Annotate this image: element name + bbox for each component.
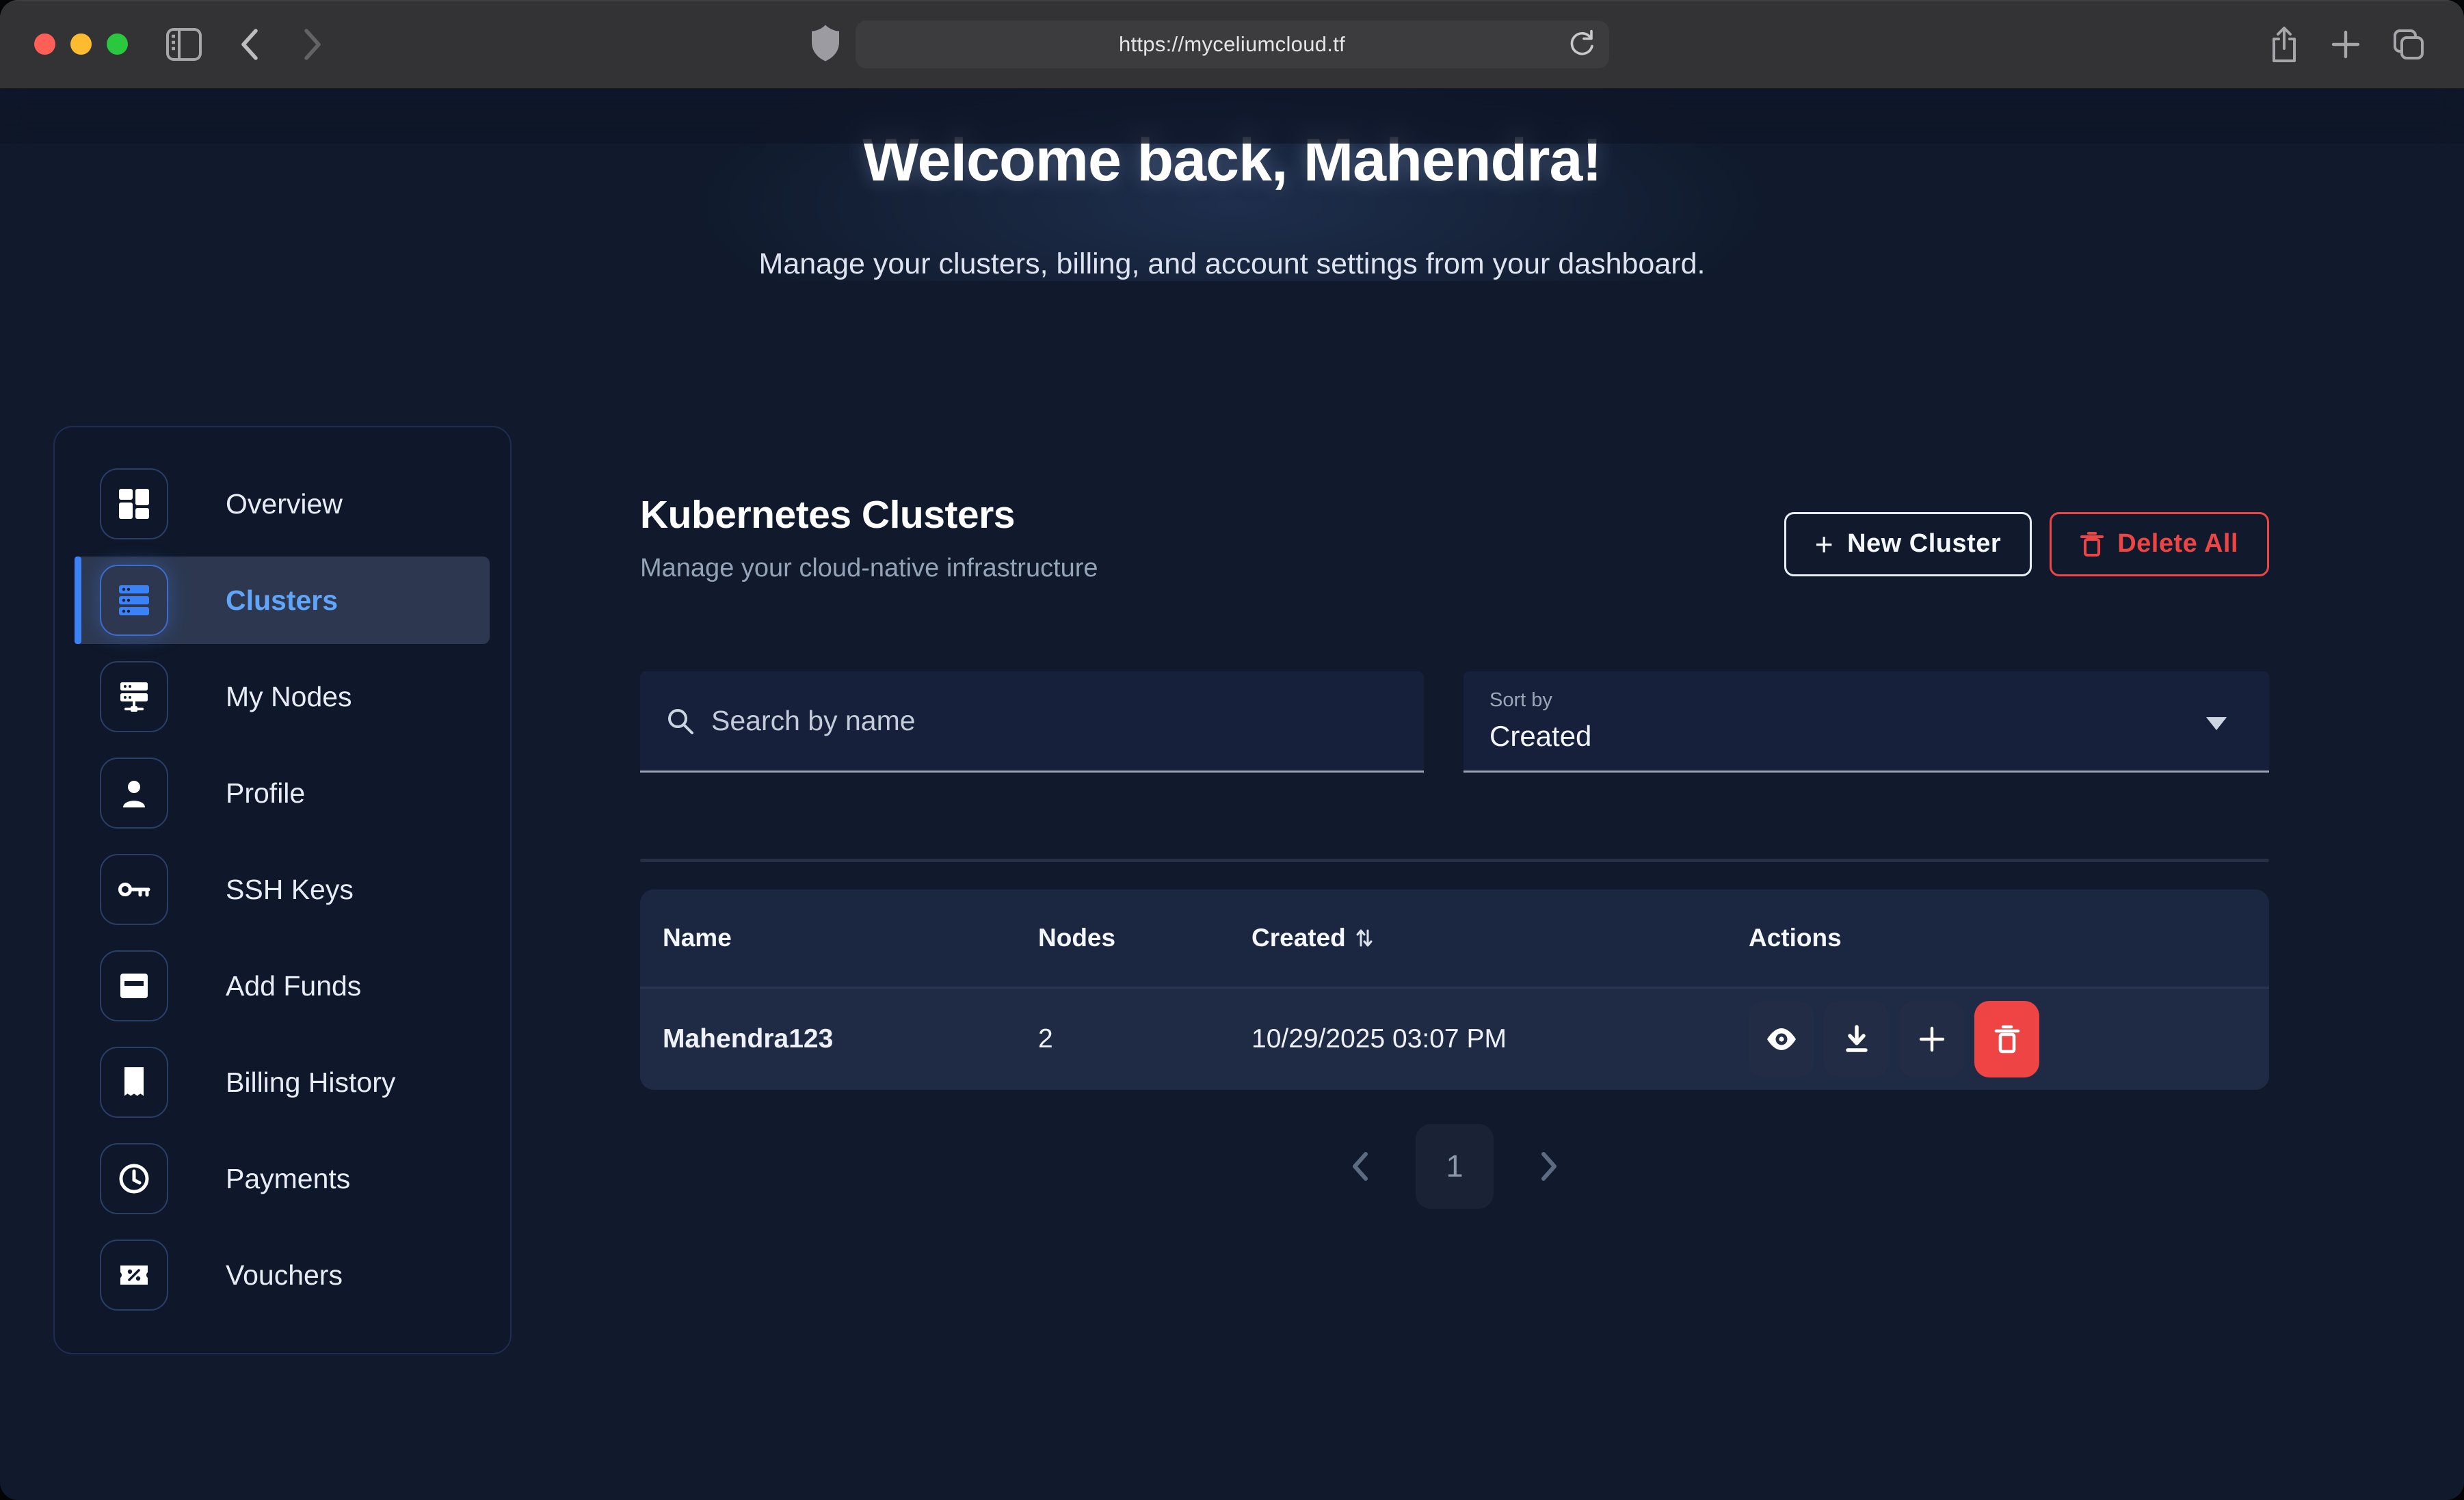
delete-all-label: Delete All <box>2117 529 2238 559</box>
header-actions: + New Cluster Delete All <box>1784 512 2269 576</box>
sidebar: Overview <box>53 426 512 1354</box>
delete-cluster-button[interactable] <box>1974 1001 2039 1077</box>
url-bar[interactable]: https://myceliumcloud.tf <box>856 21 1609 68</box>
browser-toolbar: https://myceliumcloud.tf <box>0 0 2464 89</box>
trash-icon <box>1994 1024 2020 1054</box>
sidebar-item-label: SSH Keys <box>226 874 354 906</box>
sidebar-item-label: Vouchers <box>226 1259 343 1291</box>
prev-page-button[interactable] <box>1349 1151 1371 1182</box>
sticky-top-navbar <box>0 89 2464 144</box>
next-page-button[interactable] <box>1538 1151 1560 1182</box>
chevron-right-icon <box>1538 1151 1560 1182</box>
sidebar-item-label: My Nodes <box>226 681 352 713</box>
traffic-lights <box>34 0 128 88</box>
url-text: https://myceliumcloud.tf <box>1119 32 1345 57</box>
column-header-actions: Actions <box>1749 924 2269 952</box>
nodes-icon <box>100 661 168 732</box>
chevron-left-icon <box>1349 1151 1371 1182</box>
row-actions <box>1749 1001 2269 1077</box>
minimize-window-button[interactable] <box>70 34 92 55</box>
tab-overview-icon[interactable] <box>2392 0 2426 88</box>
sidebar-item-label: Payments <box>226 1163 350 1195</box>
dropdown-caret-icon <box>2206 717 2227 730</box>
browser-window: https://myceliumcloud.tf <box>0 0 2464 1500</box>
zoom-window-button[interactable] <box>107 34 128 55</box>
page-subtitle: Manage your cloud-native infrastructure <box>640 554 1098 583</box>
column-header-name: Name <box>663 924 1038 952</box>
search-input-box <box>640 671 1424 773</box>
cluster-nodes: 2 <box>1038 1024 1251 1054</box>
sidebar-item-clusters[interactable]: Clusters <box>75 557 490 644</box>
sort-created-icon <box>1355 928 1373 948</box>
download-icon <box>1843 1025 1870 1054</box>
main-content: Kubernetes Clusters Manage your cloud-na… <box>640 426 2269 1209</box>
column-header-created[interactable]: Created <box>1251 924 1749 952</box>
receipt-icon <box>100 1047 168 1118</box>
plus-icon: + <box>1815 528 1833 560</box>
sidebar-item-my-nodes[interactable]: My Nodes <box>75 653 490 740</box>
dashboard-page: Welcome back, Mahendra! Manage your clus… <box>0 89 2464 1499</box>
sidebar-item-ssh-keys[interactable]: SSH Keys <box>75 846 490 933</box>
ticket-percent-icon <box>100 1240 168 1311</box>
search-icon <box>666 707 695 736</box>
page-number-button[interactable]: 1 <box>1416 1124 1494 1209</box>
sidebar-item-vouchers[interactable]: Vouchers <box>75 1231 490 1319</box>
sort-label: Sort by <box>1489 689 1552 712</box>
privacy-shield-icon[interactable] <box>810 23 840 65</box>
column-header-nodes: Nodes <box>1038 924 1251 952</box>
sidebar-item-add-funds[interactable]: Add Funds <box>75 942 490 1030</box>
clusters-table: Name Nodes Created Actions Mahendra12 <box>640 889 2269 1090</box>
clusters-stack-icon <box>100 565 168 636</box>
clock-icon <box>100 1143 168 1214</box>
view-cluster-button[interactable] <box>1749 1001 1814 1077</box>
refresh-icon[interactable] <box>1567 28 1595 60</box>
pagination: 1 <box>640 1124 2269 1209</box>
download-kubeconfig-button[interactable] <box>1824 1001 1889 1077</box>
trash-icon <box>2080 531 2104 557</box>
plus-icon <box>1918 1026 1946 1053</box>
sort-value: Created <box>1489 720 1591 753</box>
sidebar-item-overview[interactable]: Overview <box>75 460 490 548</box>
sidebar-item-billing-history[interactable]: Billing History <box>75 1039 490 1126</box>
key-icon <box>100 854 168 925</box>
eye-icon <box>1766 1028 1797 1051</box>
search-input[interactable] <box>711 705 1398 737</box>
table-header-row: Name Nodes Created Actions <box>640 889 2269 989</box>
overview-grid-icon <box>100 468 168 539</box>
sort-select[interactable]: Sort by Created <box>1463 671 2269 773</box>
sidebar-item-label: Overview <box>226 488 343 520</box>
table-controls: Sort by Created <box>640 671 2269 773</box>
sidebar-item-label: Clusters <box>226 585 338 617</box>
dashboard-layout: Overview <box>0 426 2464 1354</box>
section-divider <box>640 859 2269 862</box>
close-window-button[interactable] <box>34 34 55 55</box>
welcome-subtitle: Manage your clusters, billing, and accou… <box>0 247 2464 281</box>
sidebar-item-profile[interactable]: Profile <box>75 749 490 837</box>
back-button[interactable] <box>238 0 261 88</box>
sidebar-item-label: Add Funds <box>226 970 361 1002</box>
wallet-icon <box>100 950 168 1021</box>
sidebar-toggle-icon[interactable] <box>165 0 202 88</box>
delete-all-button[interactable]: Delete All <box>2050 512 2269 576</box>
page-title: Kubernetes Clusters <box>640 492 1098 537</box>
main-header: Kubernetes Clusters Manage your cloud-na… <box>640 492 2269 583</box>
sidebar-item-label: Billing History <box>226 1067 395 1099</box>
new-cluster-label: New Cluster <box>1847 529 2001 559</box>
cluster-name: Mahendra123 <box>663 1024 1038 1054</box>
share-icon[interactable] <box>2268 0 2300 88</box>
forward-button[interactable] <box>301 0 324 88</box>
add-node-button[interactable] <box>1899 1001 1964 1077</box>
table-row: Mahendra123 2 10/29/2025 03:07 PM <box>640 989 2269 1090</box>
sidebar-item-label: Profile <box>226 777 305 809</box>
new-tab-icon[interactable] <box>2330 0 2361 88</box>
new-cluster-button[interactable]: + New Cluster <box>1784 512 2032 576</box>
cluster-created: 10/29/2025 03:07 PM <box>1251 1024 1749 1054</box>
sidebar-item-payments[interactable]: Payments <box>75 1135 490 1222</box>
toolbar-right-icons <box>2268 0 2426 88</box>
person-icon <box>100 758 168 829</box>
